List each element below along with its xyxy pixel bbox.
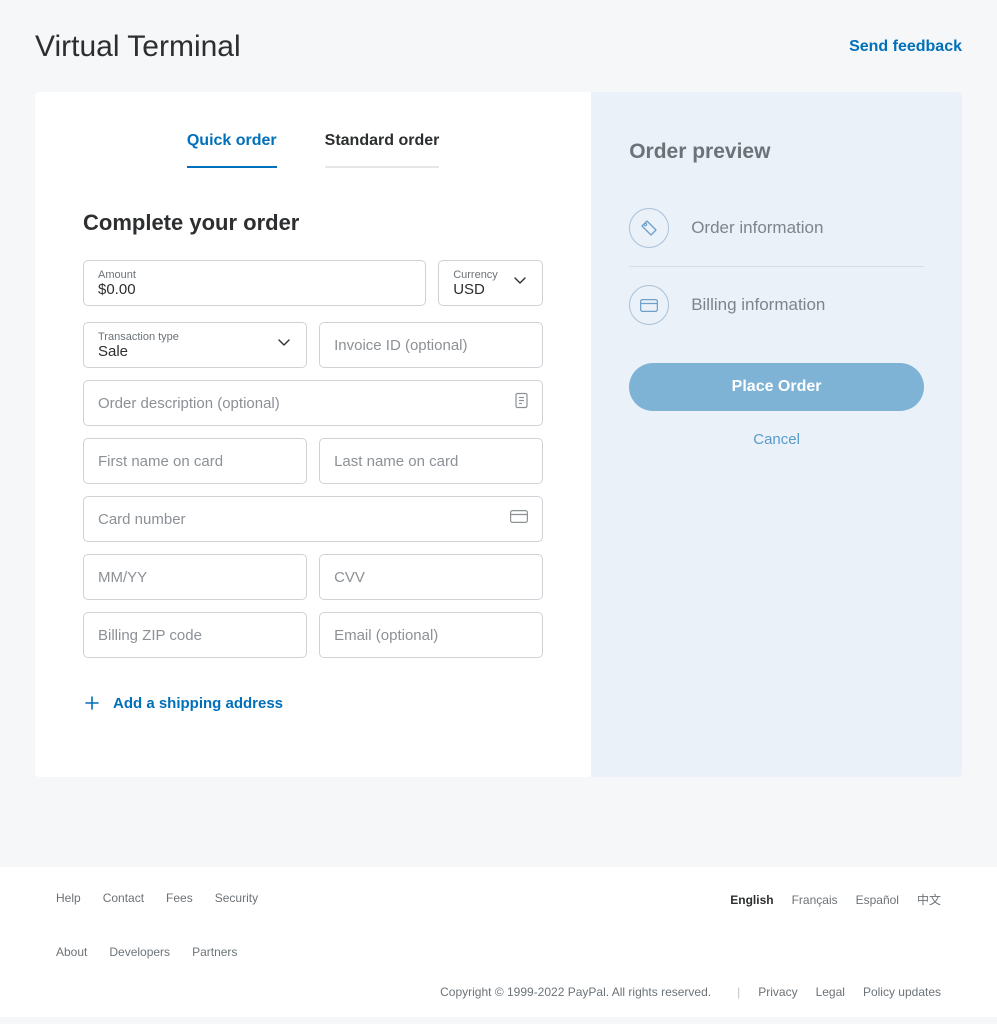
card-number-input[interactable]: [98, 511, 528, 528]
order-preview-panel: Order preview Order information Billing …: [591, 92, 962, 777]
transaction-type-select[interactable]: Transaction type Sale: [83, 322, 307, 368]
footer-developers-link[interactable]: Developers: [109, 945, 170, 959]
preview-billing-info[interactable]: Billing information: [629, 267, 924, 343]
order-description-field[interactable]: [83, 380, 543, 426]
transaction-type-label: Transaction type: [98, 331, 292, 343]
note-icon: [515, 393, 528, 414]
amount-value: $0.00: [98, 281, 411, 299]
footer-links: Help Contact Fees Security About Develop…: [56, 891, 456, 959]
first-name-field[interactable]: [83, 438, 307, 484]
preview-order-info-label: Order information: [691, 218, 823, 238]
lang-chinese[interactable]: 中文: [917, 891, 941, 908]
chevron-down-icon: [276, 335, 292, 356]
cancel-link[interactable]: Cancel: [629, 431, 924, 448]
currency-select[interactable]: Currency USD: [438, 260, 543, 306]
card-icon: [510, 510, 528, 528]
place-order-button[interactable]: Place Order: [629, 363, 924, 411]
footer-contact-link[interactable]: Contact: [103, 891, 144, 905]
footer-languages: English Français Español 中文: [730, 891, 941, 908]
expiry-field[interactable]: [83, 554, 307, 600]
amount-label: Amount: [98, 269, 411, 281]
footer-divider: |: [737, 985, 740, 999]
chevron-down-icon: [512, 273, 528, 294]
preview-title: Order preview: [629, 140, 924, 164]
email-input[interactable]: [334, 627, 528, 644]
last-name-field[interactable]: [319, 438, 543, 484]
card-number-field[interactable]: [83, 496, 543, 542]
footer-about-link[interactable]: About: [56, 945, 87, 959]
order-form-panel: Quick order Standard order Complete your…: [35, 92, 591, 777]
main-panels: Quick order Standard order Complete your…: [35, 92, 962, 777]
footer-fees-link[interactable]: Fees: [166, 891, 193, 905]
footer-partners-link[interactable]: Partners: [192, 945, 237, 959]
page-footer: Help Contact Fees Security About Develop…: [0, 867, 997, 1017]
card-icon: [629, 285, 669, 325]
last-name-input[interactable]: [334, 453, 528, 470]
zip-field[interactable]: [83, 612, 307, 658]
preview-billing-info-label: Billing information: [691, 295, 825, 315]
tag-icon: [629, 208, 669, 248]
footer-copyright: Copyright © 1999-2022 PayPal. All rights…: [440, 985, 711, 999]
form-section-title: Complete your order: [83, 210, 543, 236]
preview-order-info[interactable]: Order information: [629, 190, 924, 267]
amount-field[interactable]: Amount $0.00: [83, 260, 426, 306]
invoice-id-field[interactable]: [319, 322, 543, 368]
transaction-type-value: Sale: [98, 343, 292, 361]
lang-francais[interactable]: Français: [792, 893, 838, 907]
cvv-field[interactable]: [319, 554, 543, 600]
add-shipping-label: Add a shipping address: [113, 695, 283, 712]
footer-privacy-link[interactable]: Privacy: [758, 985, 797, 999]
invoice-id-input[interactable]: [334, 337, 528, 354]
zip-input[interactable]: [98, 627, 292, 644]
tab-quick-order[interactable]: Quick order: [187, 132, 277, 168]
footer-help-link[interactable]: Help: [56, 891, 81, 905]
tab-standard-order[interactable]: Standard order: [325, 132, 440, 168]
first-name-input[interactable]: [98, 453, 292, 470]
footer-security-link[interactable]: Security: [215, 891, 258, 905]
lang-espanol[interactable]: Español: [856, 893, 899, 907]
lang-english[interactable]: English: [730, 893, 773, 907]
email-field[interactable]: [319, 612, 543, 658]
footer-legal-link[interactable]: Legal: [816, 985, 845, 999]
footer-policy-updates-link[interactable]: Policy updates: [863, 985, 941, 999]
expiry-input[interactable]: [98, 569, 292, 586]
page-title: Virtual Terminal: [35, 30, 241, 64]
order-description-input[interactable]: [98, 395, 528, 412]
send-feedback-link[interactable]: Send feedback: [849, 38, 962, 56]
cvv-input[interactable]: [334, 569, 528, 586]
add-shipping-address-link[interactable]: Add a shipping address: [83, 694, 283, 712]
plus-icon: [83, 694, 101, 712]
order-tabs: Quick order Standard order: [83, 132, 543, 168]
